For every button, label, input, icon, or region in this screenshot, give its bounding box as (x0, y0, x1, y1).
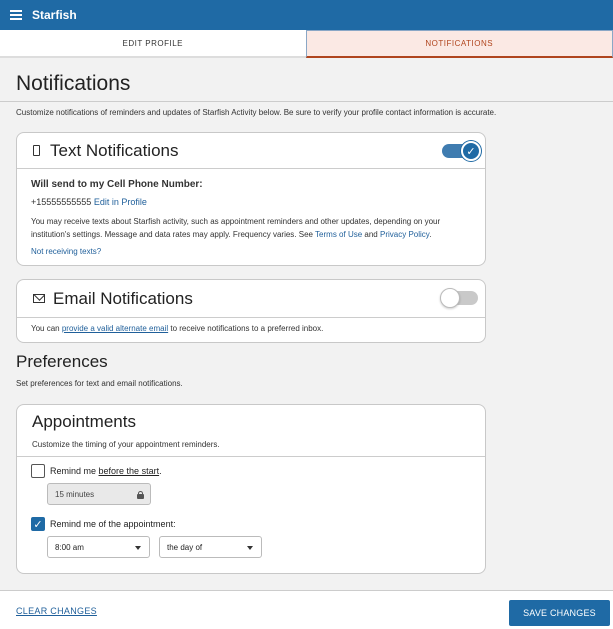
email-notifications-body: You can provide a valid alternate email … (17, 318, 485, 343)
edit-in-profile-link[interactable]: Edit in Profile (94, 197, 147, 207)
toggle-knob (440, 288, 460, 308)
remind-before-prefix: Remind me (50, 466, 97, 476)
save-changes-button[interactable]: SAVE CHANGES (509, 600, 610, 626)
email-notifications-title: Email Notifications (53, 288, 193, 308)
text-info: You may receive texts about Starfish act… (31, 215, 471, 241)
send-to-label: Will send to my Cell Phone Number: (31, 179, 203, 190)
terms-of-use-link[interactable]: Terms of Use (315, 230, 362, 239)
period-text: . (429, 230, 432, 239)
text-notifications-body: Will send to my Cell Phone Number: +1555… (17, 169, 485, 266)
text-info-prefix: You may receive texts about Starfish act… (31, 217, 441, 239)
preferences-title: Preferences (16, 352, 108, 371)
mobile-phone-icon (33, 145, 40, 156)
hamburger-menu-icon[interactable] (10, 10, 22, 20)
tab-edit-profile[interactable]: EDIT PROFILE (0, 30, 306, 58)
email-notifications-card: Email Notifications You can provide a va… (16, 279, 486, 343)
lock-icon (137, 491, 144, 499)
email-notifications-header: Email Notifications (17, 280, 485, 318)
footer-bar: CLEAR CHANGES SAVE CHANGES (0, 590, 613, 629)
alternate-email-link[interactable]: provide a valid alternate email (62, 324, 168, 333)
appointments-header: Appointments Customize the timing of you… (17, 405, 485, 457)
page-title: Notifications (16, 72, 131, 95)
text-notifications-header: Text Notifications ✓ (17, 133, 485, 169)
appointments-card: Appointments Customize the timing of you… (16, 404, 486, 574)
remind-before-checkbox[interactable] (31, 464, 45, 478)
check-icon: ✓ (461, 141, 481, 161)
chevron-down-icon (247, 546, 253, 550)
appointments-title: Appointments (32, 412, 136, 431)
remind-before-label: Remind me before the start. (50, 466, 162, 476)
top-bar: Starfish (0, 0, 613, 30)
remind-before-value: 15 minutes (55, 489, 95, 499)
email-prefix: You can (31, 324, 60, 333)
profile-tabs: EDIT PROFILE NOTIFICATIONS (0, 30, 613, 58)
email-suffix: to receive notifications to a preferred … (170, 324, 324, 333)
remind-of-label: Remind me of the appointment: (50, 519, 176, 529)
reminder-time-select[interactable]: 8:00 am (47, 536, 150, 558)
remind-of-checkbox[interactable]: ✓ (31, 517, 45, 531)
not-receiving-texts-link[interactable]: Not receiving texts? (31, 247, 471, 256)
reminder-day-select[interactable]: the day of (159, 536, 262, 558)
text-notifications-toggle[interactable]: ✓ (442, 141, 481, 161)
text-notifications-card: Text Notifications ✓ Will send to my Cel… (16, 132, 486, 266)
remind-before-emphasis: before the start (98, 466, 160, 476)
remind-before-row: Remind me before the start. (31, 464, 162, 478)
phone-line: +15555555555 Edit in Profile (31, 197, 471, 207)
phone-number: +15555555555 (31, 197, 92, 207)
clear-changes-button[interactable]: CLEAR CHANGES (16, 606, 97, 616)
reminder-time-value: 8:00 am (55, 542, 84, 552)
tab-notifications[interactable]: NOTIFICATIONS (305, 30, 613, 58)
remind-before-suffix: . (159, 466, 162, 476)
text-notifications-title: Text Notifications (50, 140, 179, 160)
reminder-day-value: the day of (167, 542, 203, 552)
email-notifications-toggle[interactable] (440, 288, 478, 308)
app-title: Starfish (32, 8, 77, 22)
and-text: and (364, 230, 378, 239)
preferences-description: Set preferences for text and email notif… (16, 379, 183, 388)
chevron-down-icon (135, 546, 141, 550)
mail-icon (33, 294, 45, 303)
remind-before-select: 15 minutes (47, 483, 151, 505)
title-divider (0, 101, 613, 102)
page-description: Customize notifications of reminders and… (16, 108, 497, 117)
remind-of-row: ✓ Remind me of the appointment: (31, 517, 176, 531)
privacy-policy-link[interactable]: Privacy Policy (380, 230, 429, 239)
appointments-description: Customize the timing of your appointment… (32, 440, 220, 449)
